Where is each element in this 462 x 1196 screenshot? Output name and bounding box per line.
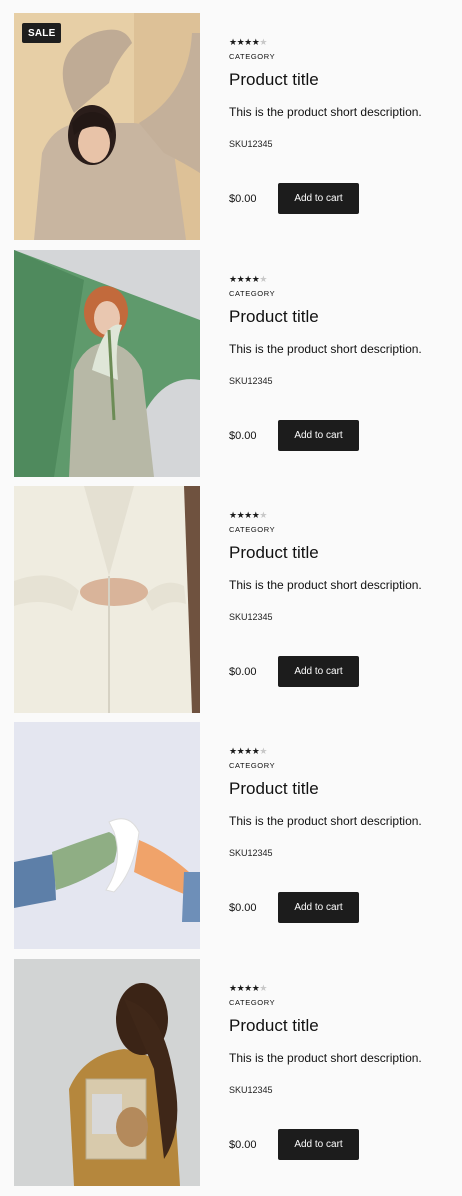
rating-stars: ★★★★★ [229, 274, 267, 284]
star-empty-icon: ★ [259, 983, 267, 993]
product-category[interactable]: CATEGORY [229, 761, 275, 770]
product-info: ★★★★★ CATEGORY Product title This is the… [229, 13, 454, 240]
product-category[interactable]: CATEGORY [229, 289, 275, 298]
product-info: ★★★★★ CATEGORY Product title This is the… [229, 722, 454, 949]
rating-stars: ★★★★★ [229, 510, 267, 520]
product-photo-blazer-green [14, 250, 200, 477]
product-card: ★★★★★ CATEGORY Product title This is the… [0, 486, 462, 713]
rating-stars: ★★★★★ [229, 37, 267, 47]
product-card: ★★★★★ CATEGORY Product title This is the… [0, 722, 462, 949]
product-price: $0.00 [229, 430, 257, 442]
star-filled-icon: ★ [244, 746, 252, 756]
product-info: ★★★★★ CATEGORY Product title This is the… [229, 250, 454, 477]
sale-badge: SALE [22, 23, 62, 43]
product-sku: SKU12345 [229, 376, 273, 386]
star-empty-icon: ★ [259, 37, 267, 47]
product-photo-clear-tote [14, 959, 200, 1186]
product-image[interactable] [14, 722, 200, 949]
product-price: $0.00 [229, 666, 257, 678]
star-filled-icon: ★ [244, 37, 252, 47]
product-sku: SKU12345 [229, 1085, 273, 1095]
star-filled-icon: ★ [244, 983, 252, 993]
add-to-cart-button[interactable]: Add to cart [278, 892, 359, 923]
product-info: ★★★★★ CATEGORY Product title This is the… [229, 486, 454, 713]
product-description: This is the product short description. [229, 1051, 422, 1065]
rating-stars: ★★★★★ [229, 983, 267, 993]
product-photo-cream-blazer [14, 486, 200, 713]
product-photo-sweater [14, 13, 200, 240]
star-empty-icon: ★ [259, 510, 267, 520]
product-image[interactable] [14, 250, 200, 477]
product-title[interactable]: Product title [229, 1016, 319, 1036]
product-title[interactable]: Product title [229, 70, 319, 90]
product-description: This is the product short description. [229, 578, 422, 592]
product-card: ★★★★★ CATEGORY Product title This is the… [0, 250, 462, 477]
product-photo-socks-heels [14, 722, 200, 949]
product-info: ★★★★★ CATEGORY Product title This is the… [229, 959, 454, 1186]
product-title[interactable]: Product title [229, 779, 319, 799]
product-image[interactable]: SALE [14, 13, 200, 240]
star-filled-icon: ★ [229, 37, 237, 47]
product-category[interactable]: CATEGORY [229, 525, 275, 534]
product-category[interactable]: CATEGORY [229, 52, 275, 61]
product-image[interactable] [14, 959, 200, 1186]
product-price: $0.00 [229, 193, 257, 205]
star-filled-icon: ★ [229, 983, 237, 993]
add-to-cart-button[interactable]: Add to cart [278, 656, 359, 687]
rating-stars: ★★★★★ [229, 746, 267, 756]
product-price: $0.00 [229, 902, 257, 914]
product-sku: SKU12345 [229, 139, 273, 149]
product-category[interactable]: CATEGORY [229, 998, 275, 1007]
product-description: This is the product short description. [229, 342, 422, 356]
product-title[interactable]: Product title [229, 543, 319, 563]
product-title[interactable]: Product title [229, 307, 319, 327]
add-to-cart-button[interactable]: Add to cart [278, 183, 359, 214]
product-description: This is the product short description. [229, 105, 422, 119]
star-filled-icon: ★ [229, 510, 237, 520]
product-sku: SKU12345 [229, 848, 273, 858]
product-description: This is the product short description. [229, 814, 422, 828]
add-to-cart-button[interactable]: Add to cart [278, 420, 359, 451]
product-list: SALE ★ ★ ★ ★ ★ CATEGORY Product title This i… [0, 0, 462, 1196]
star-empty-icon: ★ [259, 274, 267, 284]
add-to-cart-button[interactable]: Add to cart [278, 1129, 359, 1160]
product-price: $0.00 [229, 1139, 257, 1151]
star-filled-icon: ★ [229, 746, 237, 756]
star-empty-icon: ★ [259, 746, 267, 756]
product-image[interactable] [14, 486, 200, 713]
product-sku: SKU12345 [229, 612, 273, 622]
product-card: ★★★★★ CATEGORY Product title This is the… [0, 959, 462, 1186]
star-filled-icon: ★ [229, 274, 237, 284]
star-filled-icon: ★ [244, 510, 252, 520]
star-filled-icon: ★ [244, 274, 252, 284]
product-card: SALE ★★★★★ CATEGORY Product title This i… [0, 13, 462, 240]
